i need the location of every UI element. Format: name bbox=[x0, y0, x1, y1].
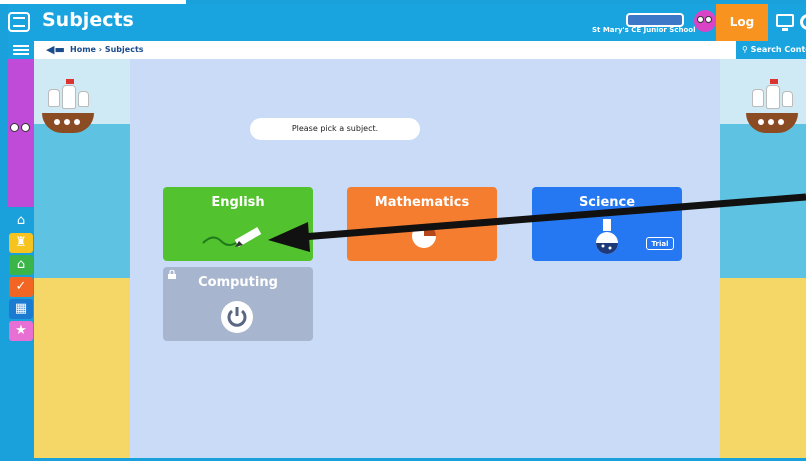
breadcrumb-home[interactable]: Home bbox=[70, 45, 96, 54]
power-icon bbox=[221, 301, 253, 333]
subject-tile-computing[interactable]: Computing bbox=[163, 267, 313, 341]
subject-tile-english[interactable]: English bbox=[163, 187, 313, 261]
pencil-icon bbox=[202, 227, 262, 247]
breadcrumb: Home › Subjects bbox=[70, 45, 144, 54]
ship-illustration bbox=[42, 79, 94, 137]
top-bar: Subjects St Mary's CE Junior School Log … bbox=[8, 4, 806, 66]
leaderboard-icon[interactable]: ▦ bbox=[9, 299, 33, 319]
search-icon: ⚲ bbox=[742, 45, 748, 54]
check-icon[interactable]: ✓ bbox=[9, 277, 33, 297]
trial-badge: Trial bbox=[646, 237, 674, 250]
search-content-button[interactable]: ⚲ Search Content bbox=[736, 41, 806, 59]
home-icon[interactable]: ⌂ bbox=[9, 211, 33, 231]
monitor-icon[interactable] bbox=[776, 14, 794, 31]
page-title: Subjects bbox=[42, 9, 134, 31]
subjects-panel: Please pick a subject. English Mathemati… bbox=[130, 59, 720, 461]
subject-tile-science[interactable]: Science Trial bbox=[532, 187, 682, 261]
subject-tile-mathematics[interactable]: Mathematics bbox=[347, 187, 497, 261]
right-scene bbox=[720, 59, 806, 461]
trophy-icon[interactable]: ★ bbox=[9, 321, 33, 341]
school-name: St Mary's CE Junior School bbox=[592, 26, 696, 34]
back-arrow-icon[interactable]: ◀▬ bbox=[46, 44, 65, 56]
classroom-icon[interactable]: ⌂ bbox=[9, 255, 33, 275]
school-icon[interactable]: ♜ bbox=[9, 233, 33, 253]
ship-illustration bbox=[746, 79, 798, 137]
flask-icon bbox=[596, 219, 618, 254]
speech-bubble: Please pick a subject. bbox=[250, 118, 420, 140]
left-scene bbox=[34, 59, 130, 461]
logout-button[interactable]: Log Out bbox=[716, 4, 768, 66]
subject-label: English bbox=[211, 195, 265, 210]
breadcrumb-current: Subjects bbox=[104, 45, 144, 54]
app-icon[interactable] bbox=[8, 12, 30, 32]
breadcrumb-separator: › bbox=[98, 45, 103, 54]
mascot-strip bbox=[8, 59, 34, 207]
menu-icon[interactable] bbox=[8, 41, 34, 59]
avatar[interactable] bbox=[694, 10, 716, 32]
mascot-eyes bbox=[8, 119, 34, 135]
breadcrumb-bar: ◀▬ Home › Subjects ⚲ Search Content bbox=[8, 41, 806, 59]
gear-icon[interactable] bbox=[800, 14, 806, 30]
app-frame: Subjects St Mary's CE Junior School Log … bbox=[0, 0, 806, 461]
subject-label: Computing bbox=[198, 275, 278, 290]
pie-chart-icon bbox=[412, 224, 436, 248]
user-name-box bbox=[626, 13, 684, 27]
left-sidebar: ⌂ ♜ ⌂ ✓ ▦ ★ bbox=[8, 59, 34, 461]
subject-label: Science bbox=[578, 195, 636, 210]
subject-label: Mathematics bbox=[374, 195, 470, 210]
search-label: Search Content bbox=[750, 45, 806, 54]
